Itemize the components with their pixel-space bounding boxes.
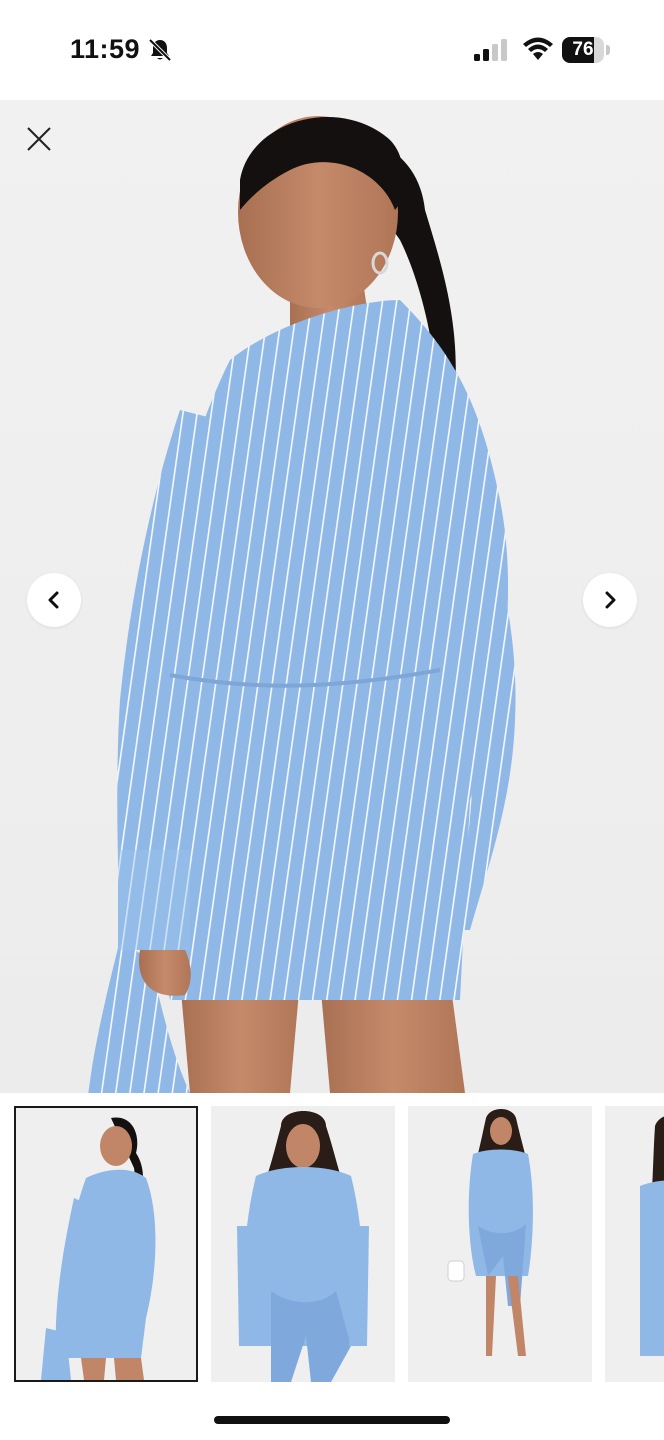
wifi-icon	[523, 37, 553, 60]
thumbnail-front-view[interactable]	[211, 1106, 395, 1382]
battery-level: 76	[572, 39, 594, 60]
thumbnail-back-view[interactable]	[14, 1106, 198, 1382]
product-main-image[interactable]	[0, 100, 664, 1093]
status-time: 11:59	[70, 34, 141, 64]
model-back-view-image	[88, 116, 516, 1093]
thumbnail-strip[interactable]	[0, 1106, 664, 1382]
chevron-right-icon	[605, 591, 616, 609]
close-button[interactable]	[20, 120, 58, 158]
close-icon	[27, 127, 51, 151]
previous-image-button[interactable]	[27, 573, 81, 627]
battery-icon: 76	[562, 37, 610, 63]
status-bar: 11:59 76	[0, 0, 664, 100]
cellular-signal-icon	[474, 39, 507, 61]
home-indicator	[214, 1416, 450, 1424]
chevron-left-icon	[48, 591, 59, 609]
bell-slash-icon	[148, 38, 172, 62]
thumbnail-full-length-front-view[interactable]	[408, 1106, 592, 1382]
thumbnail-side-view[interactable]	[605, 1106, 664, 1382]
next-image-button[interactable]	[583, 573, 637, 627]
